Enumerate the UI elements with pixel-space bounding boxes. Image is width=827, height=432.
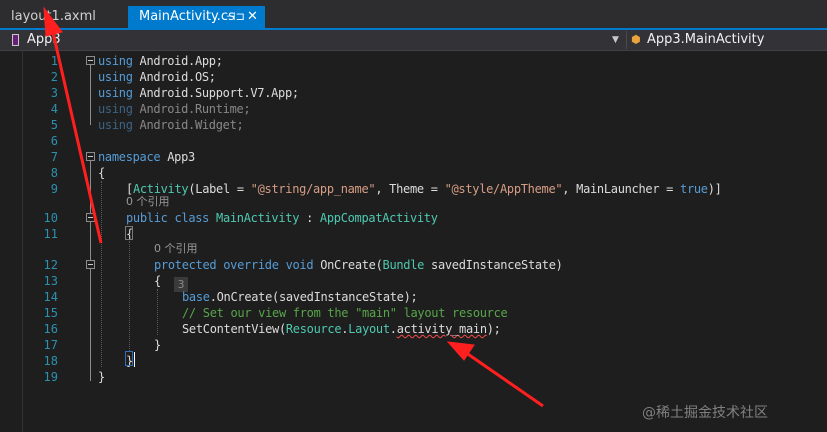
annotation-arrows (43, 6, 544, 408)
arrowhead (43, 6, 63, 37)
arrow-to-activity-main (461, 348, 544, 408)
arrow-to-layout-tab (50, 27, 103, 244)
watermark: @稀土掘金技术社区 (642, 405, 768, 421)
